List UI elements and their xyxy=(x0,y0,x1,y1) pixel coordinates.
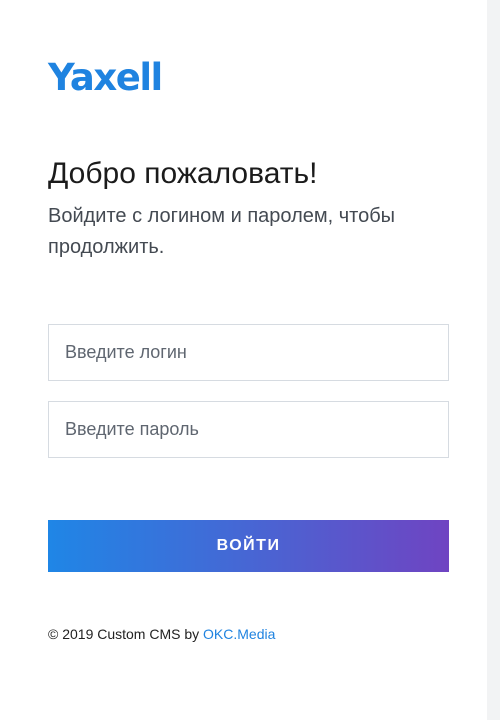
background-strip xyxy=(487,0,500,720)
login-input[interactable] xyxy=(48,324,449,381)
password-input[interactable] xyxy=(48,401,449,458)
footer-link-okc-media[interactable]: OKC.Media xyxy=(203,626,275,642)
welcome-title: Добро пожаловать! xyxy=(48,157,318,190)
login-panel: Yaxell Добро пожаловать! Войдите с логин… xyxy=(0,0,487,720)
login-button[interactable]: ВОЙТИ xyxy=(48,520,449,572)
footer-copyright: © 2019 Custom CMS by xyxy=(48,626,200,642)
welcome-subtitle: Войдите с логином и паролем, чтобы продо… xyxy=(48,205,396,258)
brand-logo: Yaxell xyxy=(48,56,163,99)
footer: © 2019 Custom CMS by OKC.Media xyxy=(48,625,275,643)
